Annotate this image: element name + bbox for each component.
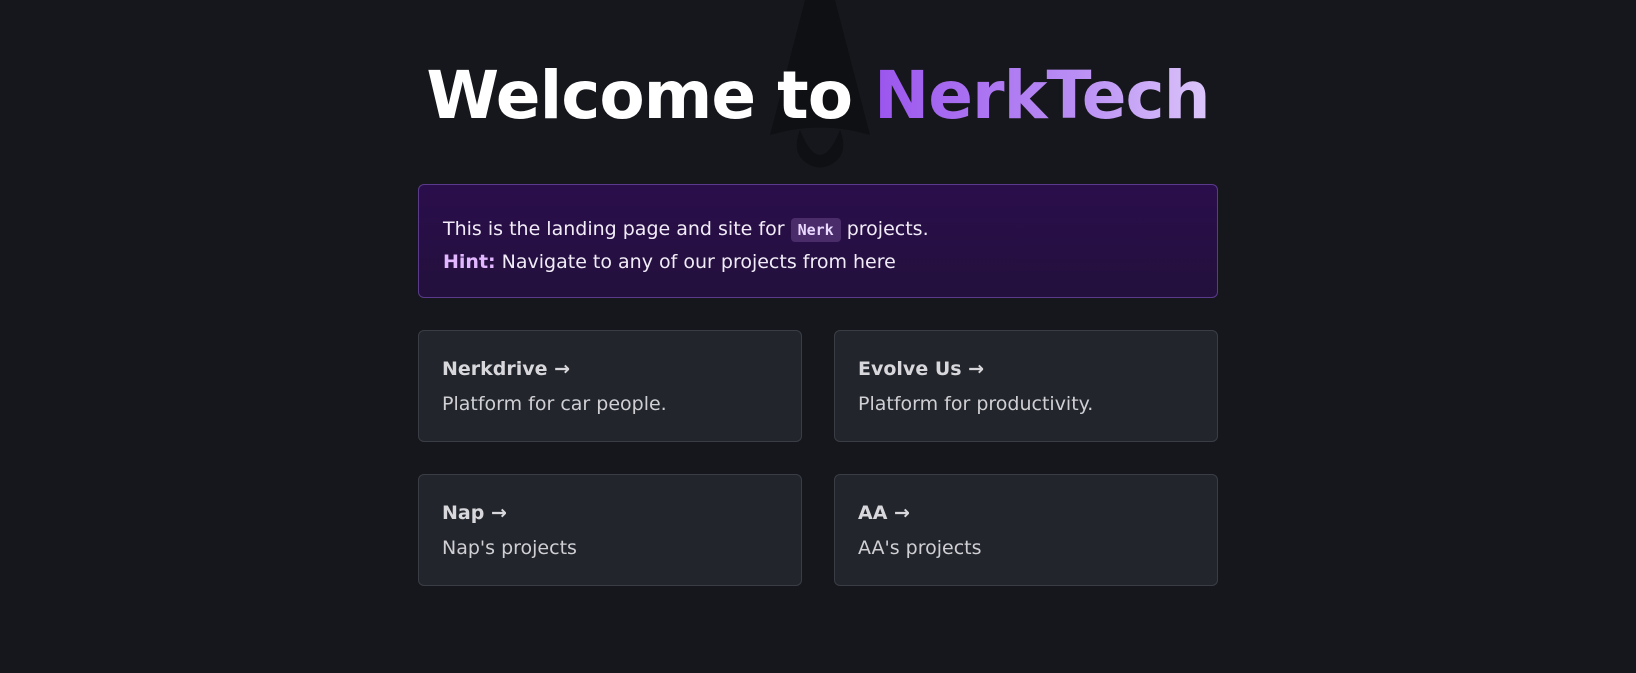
project-card-nerkdrive[interactable]: Nerkdrive → Platform for car people. xyxy=(418,330,802,442)
card-description: Platform for productivity. xyxy=(858,393,1094,415)
project-card-aa[interactable]: AA → AA's projects xyxy=(834,474,1218,586)
nerk-code-badge: Nerk xyxy=(790,218,841,242)
brand-name: NerkTech xyxy=(874,57,1211,134)
card-description: AA's projects xyxy=(858,537,982,559)
card-description: Platform for car people. xyxy=(442,393,667,415)
card-title: Nerkdrive → xyxy=(442,358,571,380)
callout-text-after: projects. xyxy=(840,218,929,240)
project-card-evolve-us[interactable]: Evolve Us → Platform for productivity. xyxy=(834,330,1218,442)
project-card-nap[interactable]: Nap → Nap's projects xyxy=(418,474,802,586)
main-content: Welcome to NerkTech This is the landing … xyxy=(418,0,1218,586)
info-callout: This is the landing page and site for Ne… xyxy=(418,184,1218,298)
hint-text: Navigate to any of our projects from her… xyxy=(495,251,896,273)
card-title: AA → xyxy=(858,502,910,524)
callout-line-1: This is the landing page and site for Ne… xyxy=(443,213,1193,246)
title-prefix: Welcome to xyxy=(426,57,875,134)
page-title: Welcome to NerkTech xyxy=(418,56,1218,136)
landing-page: Welcome to NerkTech This is the landing … xyxy=(0,0,1636,673)
project-grid: Nerkdrive → Platform for car people. Evo… xyxy=(418,330,1218,586)
card-title: Evolve Us → xyxy=(858,358,985,380)
hint-label: Hint: xyxy=(443,251,496,273)
card-description: Nap's projects xyxy=(442,537,577,559)
callout-text-before: This is the landing page and site for xyxy=(443,218,791,240)
card-title: Nap → xyxy=(442,502,507,524)
callout-line-2: Hint: Navigate to any of our projects fr… xyxy=(443,246,1193,278)
